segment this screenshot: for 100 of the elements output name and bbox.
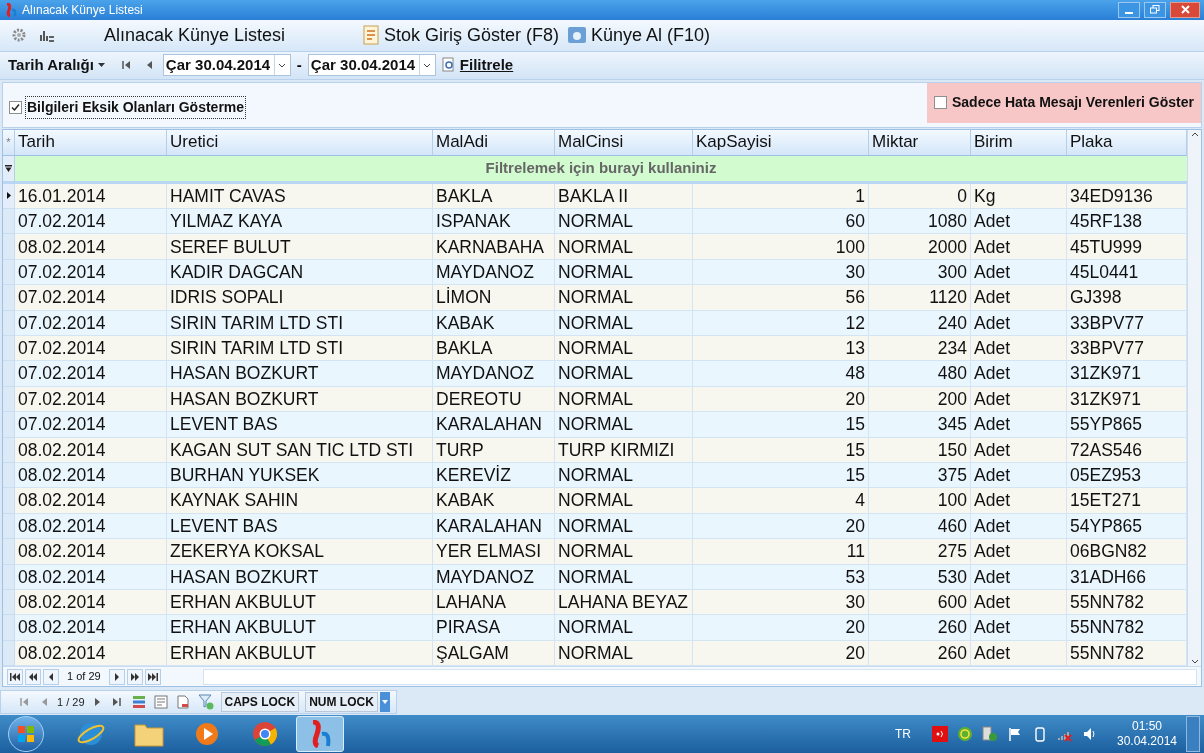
column-header[interactable]: Miktar bbox=[869, 129, 971, 155]
table-cell: ZEKERYA KOKSAL bbox=[167, 539, 433, 565]
close-icon bbox=[1180, 5, 1190, 15]
table-cell: MAYDANOZ bbox=[433, 564, 555, 590]
table-cell: KAYNAK SAHIN bbox=[167, 488, 433, 514]
signal-tray-icon[interactable] bbox=[932, 726, 948, 743]
table-cell: Adet bbox=[971, 488, 1067, 514]
table-cell: NORMAL bbox=[555, 564, 693, 590]
list-icon[interactable] bbox=[130, 694, 147, 711]
start-button-icon[interactable] bbox=[8, 716, 44, 753]
filter-button[interactable]: Filitrele bbox=[441, 54, 514, 77]
language-indicator[interactable]: TR bbox=[895, 725, 911, 744]
table-cell: 08.02.2014 bbox=[15, 615, 167, 641]
date-field[interactable]: Çar 30.04.2014 bbox=[162, 54, 291, 77]
page-indicator: 1 of 29 bbox=[66, 669, 102, 685]
checkbox-label: Sadece Hata Mesajı Verenleri Göster bbox=[952, 93, 1194, 113]
minimize-icon bbox=[1125, 11, 1133, 14]
restore-icon bbox=[1150, 5, 1160, 15]
table-cell: 2000 bbox=[869, 234, 971, 260]
restore-button[interactable] bbox=[1144, 1, 1166, 18]
table-cell: 07.02.2014 bbox=[15, 361, 167, 387]
table-cell: KARALAHAN bbox=[433, 412, 555, 438]
vertical-scrollbar[interactable] bbox=[1187, 129, 1201, 667]
table-cell: Adet bbox=[971, 539, 1067, 565]
table-cell: 4 bbox=[693, 488, 869, 514]
table-cell: NORMAL bbox=[555, 488, 693, 514]
table-cell: TURP bbox=[433, 437, 555, 463]
table-cell: 20 bbox=[693, 615, 869, 641]
server-tray-icon[interactable] bbox=[982, 726, 998, 743]
column-header[interactable]: KapSayisi bbox=[693, 129, 869, 155]
close-button[interactable] bbox=[1170, 1, 1200, 18]
table-cell: TURP KIRMIZI bbox=[555, 437, 693, 463]
previous-page-button[interactable] bbox=[25, 668, 41, 685]
battery-icon[interactable] bbox=[1032, 726, 1048, 743]
row-indicator[interactable] bbox=[3, 183, 15, 210]
funnel-icon bbox=[5, 164, 12, 172]
caret-icon bbox=[278, 62, 287, 68]
table-cell: KABAK bbox=[433, 488, 555, 514]
table-cell: Adet bbox=[971, 412, 1067, 438]
table-cell: 48 bbox=[693, 361, 869, 387]
table-cell: PIRASA bbox=[433, 615, 555, 641]
table-cell: KAGAN SUT SAN TIC LTD STI bbox=[167, 437, 433, 463]
app-logo-icon[interactable] bbox=[296, 716, 344, 753]
table-cell: NORMAL bbox=[555, 234, 693, 260]
table-cell: LEVENT BAS bbox=[167, 412, 433, 438]
page-title: Alınacak Künye Listesi bbox=[104, 23, 287, 47]
table-cell: 08.02.2014 bbox=[15, 488, 167, 514]
table-cell: NORMAL bbox=[555, 539, 693, 565]
scroll-up-icon[interactable] bbox=[1190, 131, 1199, 137]
table-cell: NORMAL bbox=[555, 412, 693, 438]
row-pointer-icon bbox=[6, 192, 11, 200]
tag-button[interactable]: Künye Al (F10) bbox=[567, 21, 711, 49]
table-cell: 100 bbox=[869, 488, 971, 514]
filter-hint[interactable]: Filtrelemek için burayi kullaniniz bbox=[15, 155, 1187, 181]
column-header[interactable]: MalAdi bbox=[433, 129, 555, 155]
table-cell: SEREF BULUT bbox=[167, 234, 433, 260]
previous-page-icon bbox=[28, 672, 38, 681]
table-cell: 11 bbox=[693, 539, 869, 565]
flag-icon[interactable] bbox=[1007, 726, 1023, 743]
next-page-button[interactable] bbox=[126, 668, 143, 685]
minimize-button[interactable] bbox=[1118, 1, 1140, 18]
stock-entry-button[interactable]: Stok Giriş Göster (F8) bbox=[362, 21, 560, 49]
column-header[interactable]: Uretici bbox=[167, 129, 433, 155]
table-cell: 08.02.2014 bbox=[15, 437, 167, 463]
column-header[interactable]: Birim bbox=[971, 129, 1067, 155]
document-icon[interactable] bbox=[152, 694, 169, 711]
table-cell: 275 bbox=[869, 539, 971, 565]
checkbox[interactable] bbox=[9, 100, 22, 114]
scroll-down-icon[interactable] bbox=[1190, 659, 1199, 665]
range-separator: - bbox=[296, 55, 302, 76]
table-cell: LİMON bbox=[433, 285, 555, 311]
table-cell: NORMAL bbox=[555, 615, 693, 641]
column-header[interactable]: Tarih bbox=[15, 129, 167, 155]
column-header[interactable]: MalCinsi bbox=[555, 129, 693, 155]
show-desktop-button[interactable] bbox=[1186, 716, 1200, 753]
window-title: Alınacak Künye Listesi bbox=[22, 1, 144, 19]
funnel-add-icon[interactable] bbox=[196, 694, 215, 711]
table-cell: 53 bbox=[693, 564, 869, 590]
table-cell: Adet bbox=[971, 234, 1067, 260]
next-button[interactable] bbox=[108, 668, 125, 685]
clock[interactable]: 01:50 30.04.2014 bbox=[1117, 719, 1177, 750]
horizontal-scrollbar[interactable] bbox=[202, 668, 1197, 685]
table-cell: 15 bbox=[693, 437, 869, 463]
table-cell: MAYDANOZ bbox=[433, 361, 555, 387]
table-cell: NORMAL bbox=[555, 361, 693, 387]
table-cell: Adet bbox=[971, 615, 1067, 641]
search-icon bbox=[441, 57, 456, 74]
table-cell: 08.02.2014 bbox=[15, 234, 167, 260]
last-page-button[interactable] bbox=[144, 668, 161, 685]
caret-icon bbox=[423, 62, 432, 68]
table-cell: 15 bbox=[693, 412, 869, 438]
next-page-icon bbox=[129, 672, 140, 681]
date-field[interactable]: Çar 30.04.2014 bbox=[307, 54, 436, 77]
document-icon bbox=[362, 25, 380, 46]
previous-button[interactable] bbox=[43, 668, 59, 685]
table-cell: 530 bbox=[869, 564, 971, 590]
date-range-dropdown[interactable]: Tarih Aralığı bbox=[8, 54, 105, 77]
first-page-button[interactable] bbox=[7, 668, 23, 685]
file-icon[interactable] bbox=[174, 694, 191, 711]
checkbox[interactable] bbox=[934, 96, 947, 110]
